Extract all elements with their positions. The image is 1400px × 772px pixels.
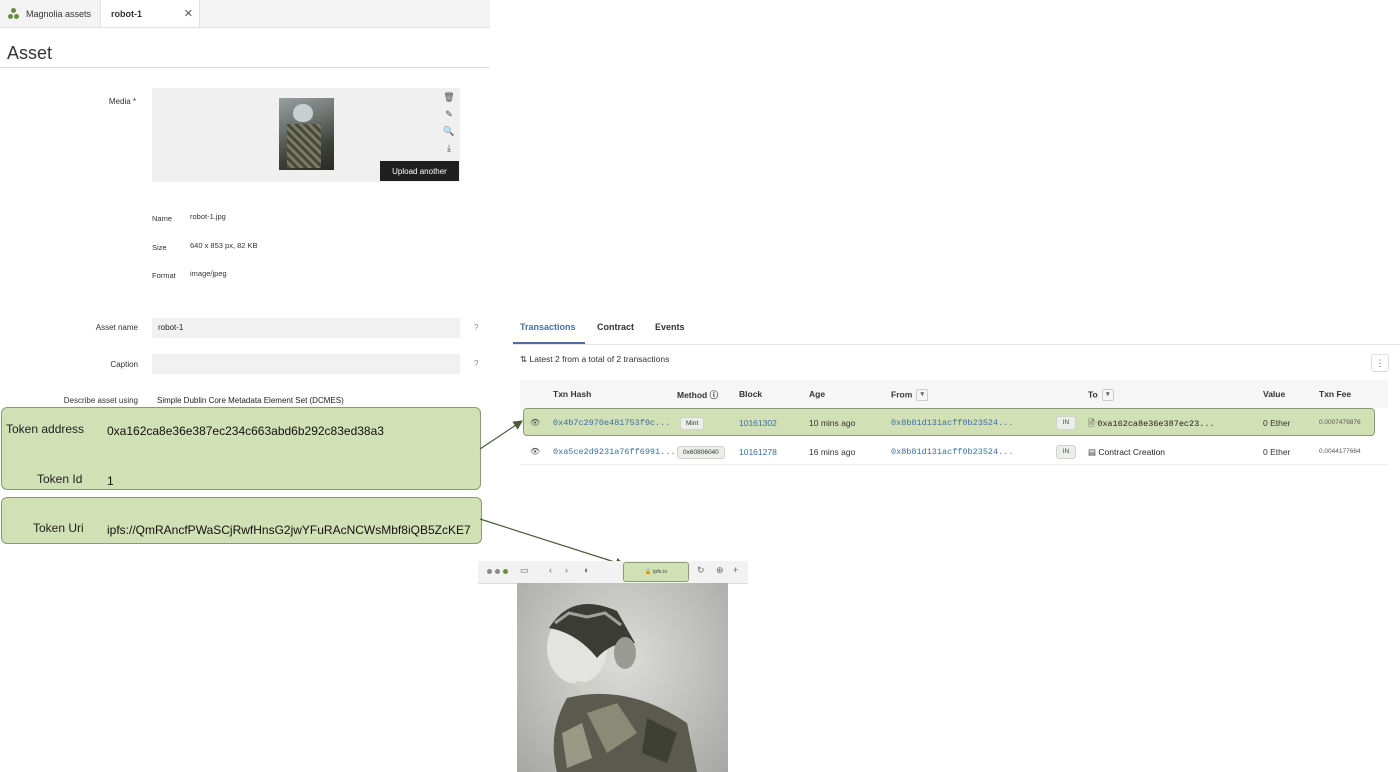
eye-icon[interactable]: 👁 <box>530 447 540 456</box>
url-text: ipfs.io <box>653 569 668 575</box>
table-header <box>520 380 1388 408</box>
tab-transactions[interactable]: Transactions <box>520 322 576 332</box>
lock-icon: 🔒 <box>644 569 652 575</box>
filter-icon[interactable]: ▾ <box>916 389 929 401</box>
age-value: 10 mins ago <box>809 418 856 428</box>
to-address-link[interactable]: 0xa162ca8e36e387ec23... <box>1097 419 1214 429</box>
col-to: To ▾ <box>1088 389 1114 401</box>
txn-fee-value: 0.0007479876 <box>1319 419 1361 426</box>
arrow-to-ipfs <box>479 518 626 568</box>
divider <box>513 344 1400 345</box>
col-method: Method ⓘ <box>677 390 719 400</box>
col-from: From ▾ <box>891 389 929 401</box>
from-address-link[interactable]: 0x8b81d131acff0b23524... <box>891 447 1013 457</box>
sort-icon: ⇅ <box>520 354 528 364</box>
browser-toolbar <box>478 561 748 584</box>
new-tab-icon[interactable]: + <box>733 565 738 575</box>
to-address[interactable]: 🗎 0xa162ca8e36e387ec23... <box>1088 418 1215 432</box>
age-value: 16 mins ago <box>809 447 856 457</box>
from-address-link[interactable]: 0x8b81d131acff0b23524... <box>891 418 1013 428</box>
arrow-to-transaction <box>479 420 523 450</box>
txn-hash-link[interactable]: 0xa5ce2d9231a76ff6991... <box>553 447 675 457</box>
value-amount: 0 Ether <box>1263 447 1291 457</box>
contract-icon: ▤ <box>1088 447 1097 457</box>
window-maximize-dot[interactable] <box>503 569 508 574</box>
more-options-button[interactable]: ⋮ <box>1371 354 1389 372</box>
ipfs-robot-image <box>517 583 728 772</box>
shield-icon: ◐ <box>584 565 590 575</box>
txn-fee-value: 0.0044177664 <box>1319 448 1361 455</box>
method-badge: Mint <box>680 417 705 430</box>
to-contract-creation[interactable]: ▤ Contract Creation <box>1088 447 1165 458</box>
divider <box>520 464 1388 465</box>
window-close-dot[interactable] <box>487 569 492 574</box>
sidebar-icon[interactable]: ▭ <box>520 565 529 576</box>
document-icon: 🗎 <box>1088 418 1095 428</box>
filter-icon[interactable]: ▾ <box>1101 389 1114 401</box>
col-age: Age <box>809 389 826 399</box>
address-bar[interactable]: 🔒 ipfs.io <box>623 562 689 582</box>
eye-icon[interactable]: 👁 <box>530 418 540 427</box>
direction-badge: IN <box>1056 445 1076 459</box>
method-badge: 0x60806040 <box>677 446 725 459</box>
to-label[interactable]: Contract Creation <box>1098 447 1165 457</box>
tab-events[interactable]: Events <box>655 322 685 332</box>
txn-hash-link[interactable]: 0x4b7c2970e481753f9c... <box>553 418 670 428</box>
col-txn-fee: Txn Fee <box>1319 389 1352 399</box>
tab-contract[interactable]: Contract <box>597 322 634 332</box>
reload-icon[interactable]: ↻ <box>697 565 705 576</box>
back-icon[interactable]: ‹ <box>549 565 552 575</box>
forward-icon[interactable]: › <box>565 565 568 575</box>
info-icon[interactable]: ⓘ <box>710 390 719 400</box>
value-amount: 0 Ether <box>1263 418 1291 428</box>
col-txn-hash: Txn Hash <box>553 389 592 399</box>
window-minimize-dot[interactable] <box>495 569 500 574</box>
transactions-summary: ⇅ Latest 2 from a total of 2 transaction… <box>520 354 669 365</box>
block-link[interactable]: 10161278 <box>739 447 777 457</box>
direction-badge: IN <box>1056 416 1076 430</box>
download-icon[interactable]: ⊕ <box>716 565 724 576</box>
col-value: Value <box>1263 389 1286 399</box>
summary-text: Latest 2 from a total of 2 transactions <box>529 354 670 364</box>
block-link[interactable]: 10161302 <box>739 418 777 428</box>
col-block: Block <box>739 389 763 399</box>
